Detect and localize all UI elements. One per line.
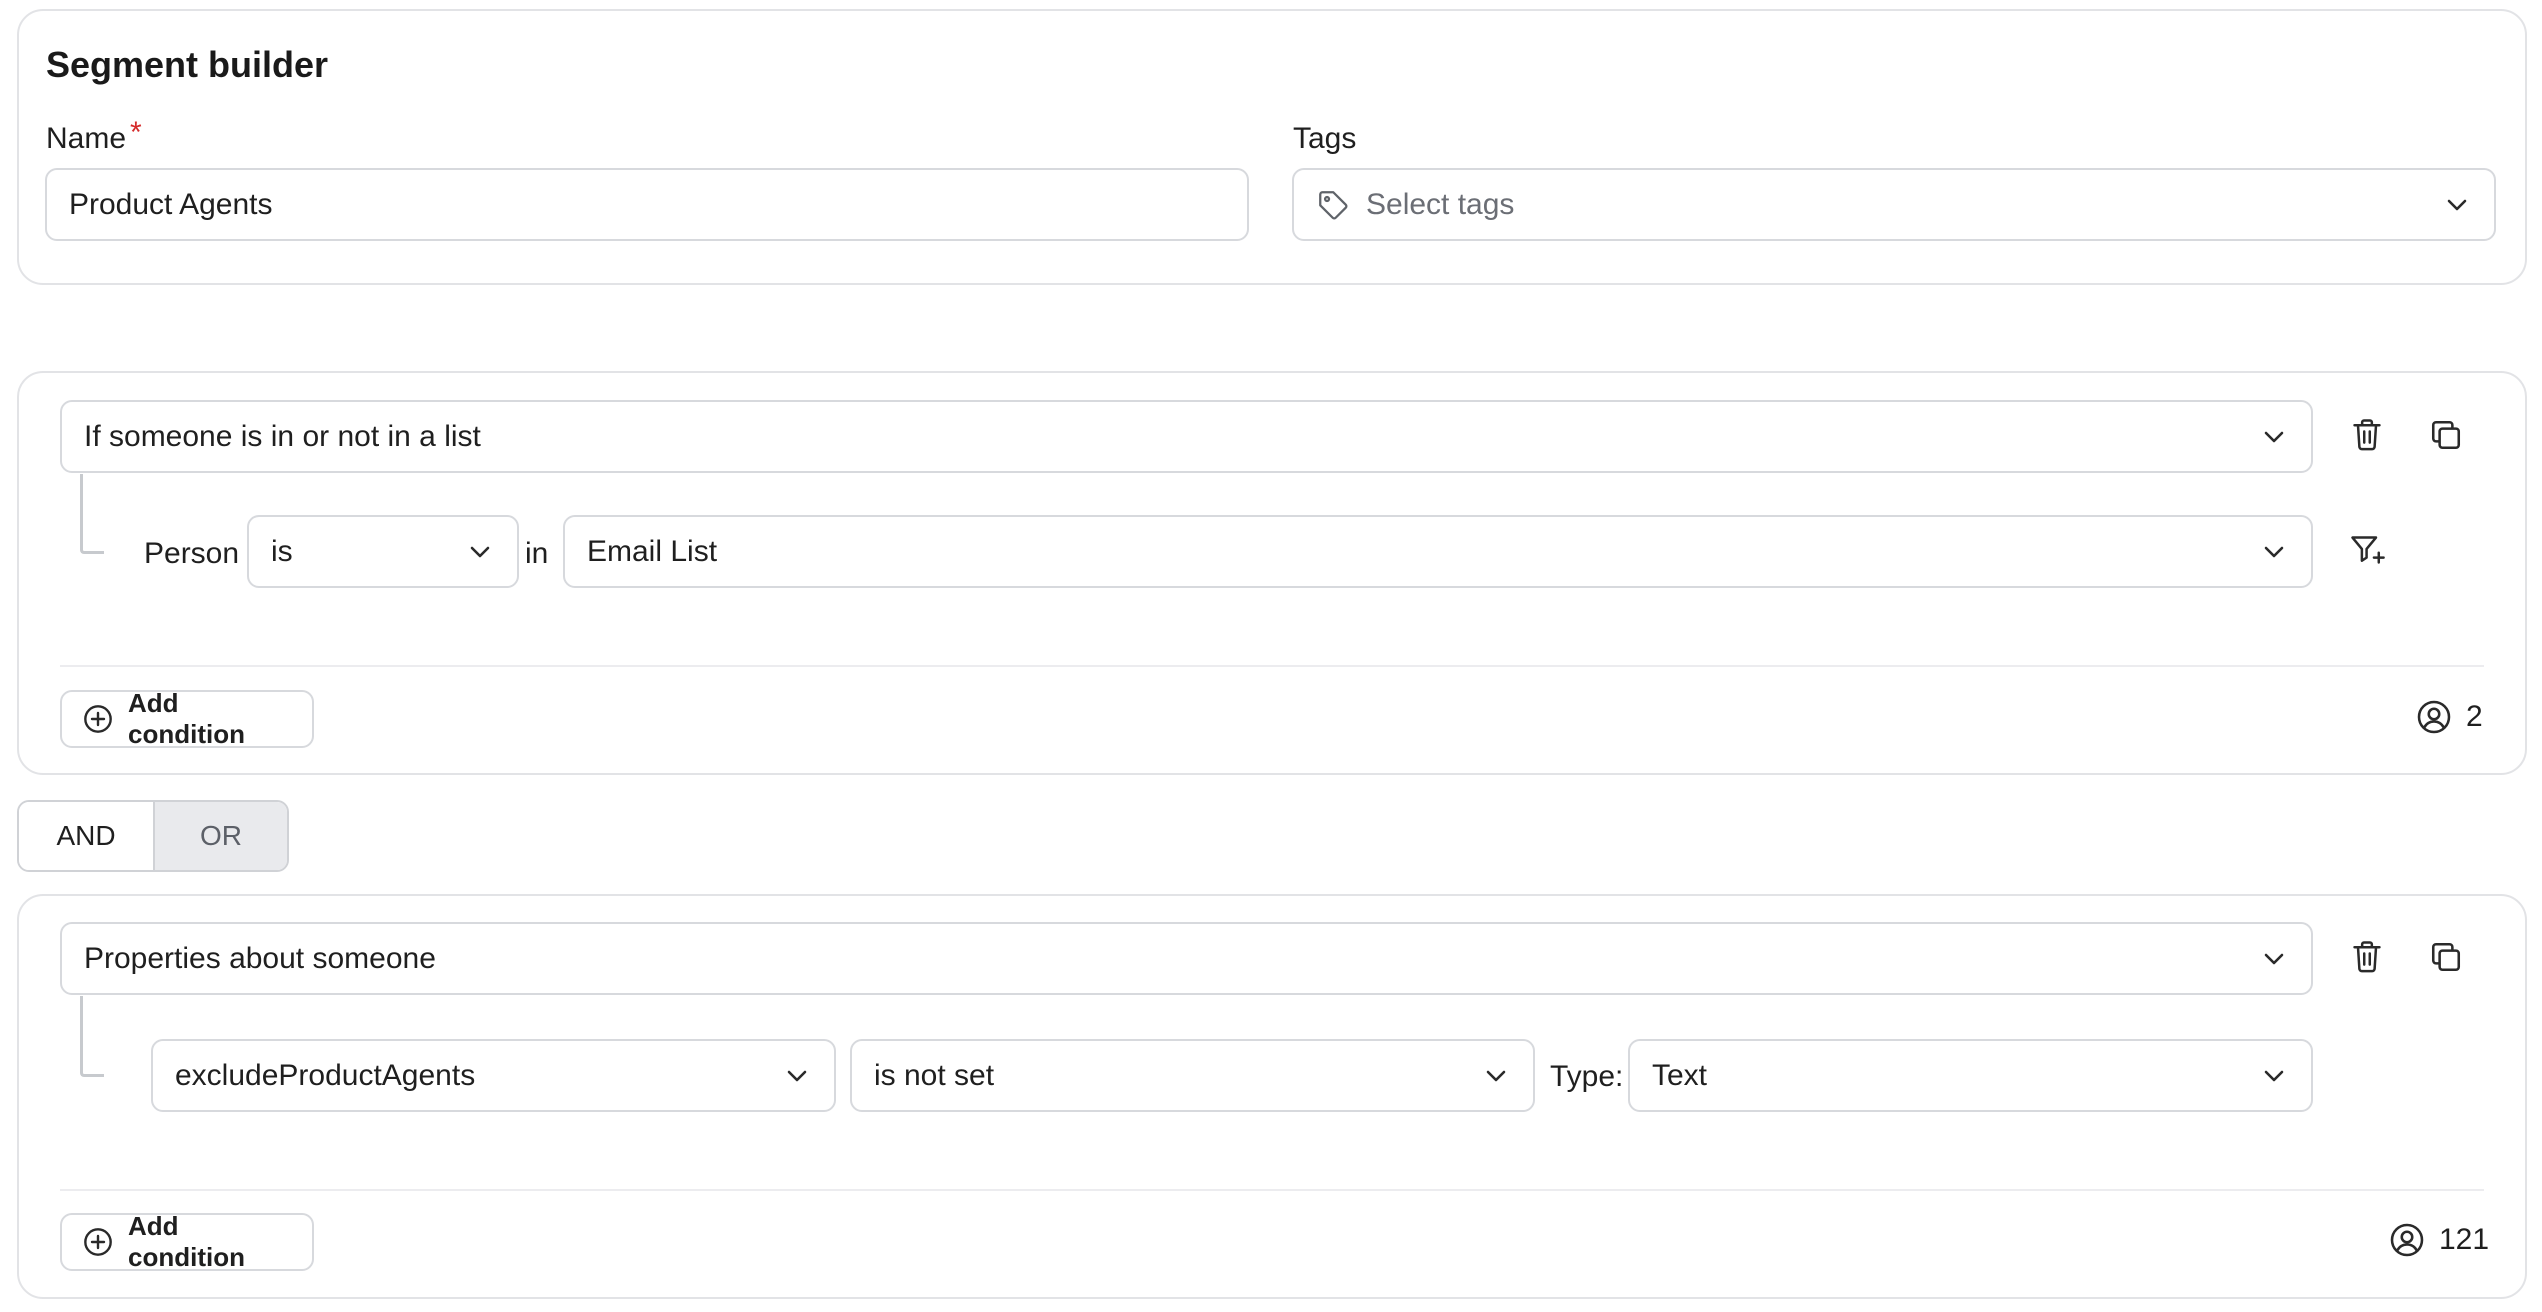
group1-add-condition-label: Add condition — [128, 688, 245, 749]
tags-label: Tags — [1293, 122, 1357, 155]
required-indicator: * — [130, 116, 142, 149]
group1-tree-connector — [80, 474, 104, 554]
group2-operator-select[interactable]: is not set — [850, 1039, 1535, 1112]
combinator-and-option[interactable]: AND — [19, 802, 153, 870]
group2-delete-button[interactable] — [2343, 935, 2391, 983]
group2-type-value: Properties about someone — [84, 941, 436, 975]
group1-delete-button[interactable] — [2343, 413, 2391, 461]
group2-duplicate-button[interactable] — [2422, 935, 2470, 983]
combinator-toggle: AND OR — [17, 800, 289, 872]
plus-circle-icon — [82, 1226, 114, 1258]
tags-select[interactable]: Select tags — [1292, 168, 2496, 241]
group1-type-value: If someone is in or not in a list — [84, 419, 481, 453]
chevron-down-icon — [2259, 944, 2289, 974]
group1-divider — [60, 665, 2484, 667]
plus-circle-icon — [82, 703, 114, 735]
group1-subject-label: Person — [144, 537, 240, 570]
name-input-value: Product Agents — [69, 187, 273, 221]
chevron-down-icon — [2259, 422, 2289, 452]
chevron-down-icon — [782, 1061, 812, 1091]
group1-add-filter-button[interactable] — [2343, 528, 2391, 576]
page-title: Segment builder — [46, 44, 329, 85]
group1-member-count: 2 — [2416, 699, 2483, 735]
group2-data-type-value: Text — [1652, 1058, 1708, 1092]
group1-operator-select[interactable]: is — [247, 515, 519, 588]
group2-add-condition-button[interactable]: Add condition — [60, 1211, 314, 1272]
group1-type-select[interactable]: If someone is in or not in a list — [60, 400, 2313, 473]
group2-type-select[interactable]: Properties about someone — [60, 922, 2313, 995]
group1-list-value: Email List — [587, 534, 718, 568]
segment-header-card — [17, 9, 2527, 285]
group2-count-value: 121 — [2439, 1223, 2490, 1256]
group2-data-type-select[interactable]: Text — [1628, 1039, 2313, 1112]
chevron-down-icon — [1481, 1061, 1511, 1091]
group2-tree-connector — [80, 996, 104, 1077]
group2-divider — [60, 1189, 2484, 1191]
name-label: Name * — [46, 116, 142, 156]
group1-add-condition-button[interactable]: Add condition — [60, 688, 314, 749]
group1-list-select[interactable]: Email List — [563, 515, 2313, 588]
chevron-down-icon — [2259, 1061, 2289, 1091]
group2-add-condition-label: Add condition — [128, 1211, 245, 1272]
group2-type-label: Type: — [1550, 1060, 1624, 1093]
name-label-text: Name — [46, 122, 127, 155]
trash-icon — [2350, 417, 2384, 458]
filter-plus-icon — [2349, 533, 2385, 572]
user-circle-icon — [2416, 699, 2452, 735]
chevron-down-icon — [465, 537, 495, 567]
group1-duplicate-button[interactable] — [2422, 413, 2470, 461]
group2-member-count: 121 — [2389, 1222, 2489, 1258]
group2-property-value: excludeProductAgents — [175, 1058, 476, 1092]
chevron-down-icon — [2259, 537, 2289, 567]
chevron-down-icon — [2442, 190, 2472, 220]
combinator-or-option[interactable]: OR — [153, 802, 287, 870]
group1-count-value: 2 — [2466, 700, 2483, 733]
copy-icon — [2429, 418, 2463, 457]
copy-icon — [2429, 940, 2463, 979]
trash-icon — [2350, 939, 2384, 980]
tags-placeholder: Select tags — [1366, 187, 1515, 221]
tag-icon — [1316, 187, 1352, 223]
user-circle-icon — [2389, 1222, 2425, 1258]
group2-operator-value: is not set — [874, 1058, 995, 1092]
group1-preposition: in — [525, 537, 549, 570]
group2-property-select[interactable]: excludeProductAgents — [151, 1039, 836, 1112]
name-input[interactable]: Product Agents — [45, 168, 1249, 241]
group1-operator-value: is — [271, 534, 293, 568]
